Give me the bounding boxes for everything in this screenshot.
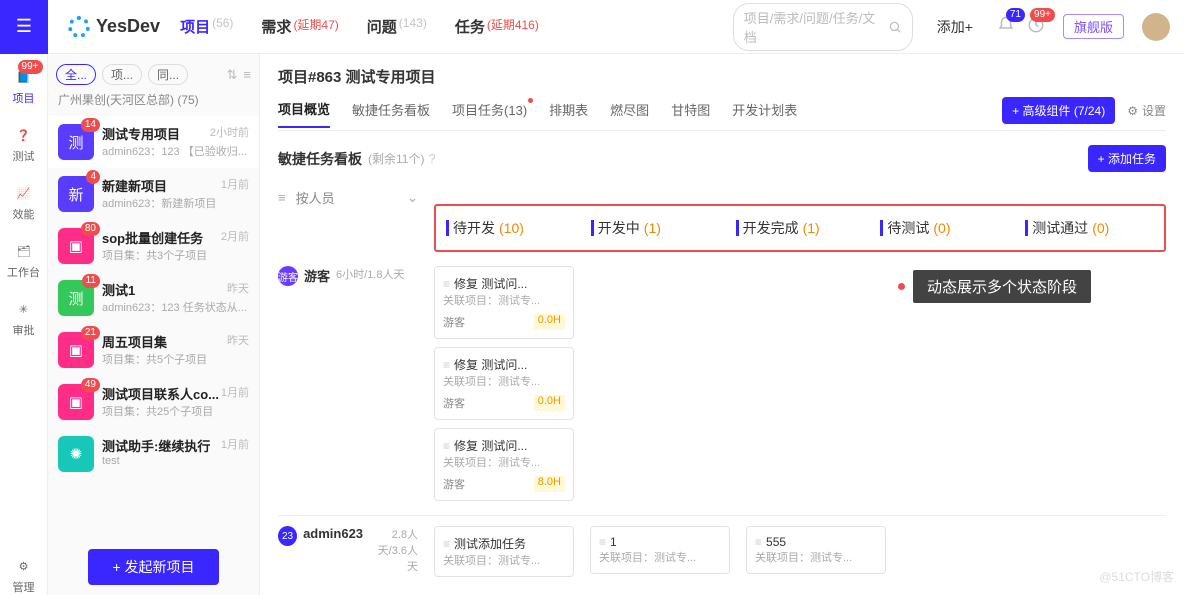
search-placeholder: 项目/需求/问题/任务/文档 [744,8,888,46]
board-title: 敏捷任务看板 [278,149,362,169]
rail-manage[interactable]: ⚙ 管理 [13,555,35,595]
user-avatar[interactable] [1142,13,1170,41]
kanban-col-开发中[interactable]: 开发中 (1) [591,218,720,238]
project-item[interactable]: ▣49测试项目联系人co...1月前项目集：共25个子项目 [48,376,259,428]
task-card[interactable]: ≡555关联项目：测试专... [746,526,886,574]
board-remaining: (剩余11个) [368,150,424,167]
tab-项目任务(13)[interactable]: 项目任务(13) [452,100,527,127]
nav-项目[interactable]: 项目(56) [180,16,233,37]
kanban-col-开发完成[interactable]: 开发完成 (1) [736,218,865,238]
settings-button[interactable]: ⚙ 设置 [1127,102,1166,119]
task-card[interactable]: ≡1关联项目：测试专... [590,526,730,574]
global-search[interactable]: 项目/需求/问题/任务/文档 [733,3,913,51]
lane-avatar: 23 [278,526,297,546]
project-item[interactable]: ▣21周五项目集昨天项目集：共5个子项目 [48,324,259,376]
watermark: @51CTO博客 [1099,568,1174,585]
advanced-widgets-button[interactable]: + 高级组件 (7/24) [1002,97,1115,124]
kanban-col-待开发[interactable]: 待开发 (10) [446,218,575,238]
main-menu-button[interactable]: ☰ [0,0,48,54]
add-button[interactable]: 添加+ [937,17,973,37]
rail-审批[interactable]: ✳审批 [13,298,35,338]
project-item[interactable]: 新4新建新项目1月前admin623：新建新项目 [48,168,259,220]
kanban-col-测试通过[interactable]: 测试通过 (0) [1025,218,1154,238]
tab-项目概览[interactable]: 项目概览 [278,99,330,128]
brand-logo[interactable]: YesDev [68,16,160,38]
rail-label: 管理 [13,579,35,595]
clock-icon[interactable]: 99+ [1027,16,1045,37]
nav-需求[interactable]: 需求(延期47) [261,16,338,37]
tab-敏捷任务看板[interactable]: 敏捷任务看板 [352,100,430,127]
add-task-button[interactable]: + 添加任务 [1088,145,1166,172]
bell-badge: 71 [1006,8,1025,22]
list-menu-icon[interactable]: ≡ [243,67,251,82]
annotation-callout: 动态展示多个状态阶段 [898,270,1091,303]
logo-icon [68,16,90,38]
search-icon [888,20,902,34]
tab-开发计划表[interactable]: 开发计划表 [732,100,797,127]
project-title: 项目#863 测试专用项目 [278,66,1166,87]
list-icon: ≡ [278,190,286,205]
nav-任务[interactable]: 任务(延期416) [455,16,539,37]
brand-text: YesDev [96,16,160,37]
lane-header-admin[interactable]: 23 admin623 2.8人 天/3.6人天 [278,526,418,577]
rail-效能[interactable]: 📈效能 [13,182,35,222]
lane-avatar: 游客 [278,266,298,286]
rail-测试[interactable]: ❓测试 [13,124,35,164]
tab-甘特图[interactable]: 甘特图 [671,100,710,127]
group-selector[interactable]: ≡ 按人员 ⌄ [278,188,418,207]
project-item[interactable]: 测14测试专用项目2小时前admin623：123 【已验收归... [48,116,259,168]
tab-排期表[interactable]: 排期表 [549,100,588,127]
task-card[interactable]: ≡修复 测试问...关联项目：测试专...游客0.0H [434,347,574,420]
project-item[interactable]: ▣80sop批量创建任务2月前项目集：共3个子项目 [48,220,259,272]
filter-chip[interactable]: 同... [148,64,188,85]
rail-项目[interactable]: 📘99+项目 [13,66,35,106]
clock-badge: 99+ [1030,8,1055,22]
help-icon[interactable]: ? [428,151,435,166]
project-item[interactable]: ✺测试助手:继续执行1月前test [48,428,259,480]
bell-icon[interactable]: 71 [997,16,1015,37]
chevron-down-icon: ⌄ [407,190,418,206]
task-card[interactable]: ≡修复 测试问...关联项目：测试专...游客0.0H [434,266,574,339]
task-card[interactable]: ≡测试添加任务关联项目：测试专... [434,526,574,577]
rail-工作台[interactable]: 🗂工作台 [7,240,40,280]
tab-燃尽图[interactable]: 燃尽图 [610,100,649,127]
edition-badge[interactable]: 旗舰版 [1063,14,1124,39]
lane-header-guest[interactable]: 游客 游客 6小时/1.8人天 [278,266,418,501]
gear-icon: ⚙ [13,555,35,577]
task-card[interactable]: ≡修复 测试问...关联项目：测试专...游客8.0H [434,428,574,501]
sort-icon[interactable]: ⇅ [227,67,238,83]
filter-chip[interactable]: 全... [56,64,96,85]
nav-问题[interactable]: 问题(143) [367,16,427,37]
project-item[interactable]: 测11测试1昨天admin623：123 任务状态从... [48,272,259,324]
new-project-button[interactable]: + 发起新项目 [88,549,218,585]
filter-chip[interactable]: 项... [102,64,142,85]
workspace-crumb[interactable]: 广州果创(天河区总部) (75) [48,91,259,116]
kanban-col-待测试[interactable]: 待测试 (0) [880,218,1009,238]
